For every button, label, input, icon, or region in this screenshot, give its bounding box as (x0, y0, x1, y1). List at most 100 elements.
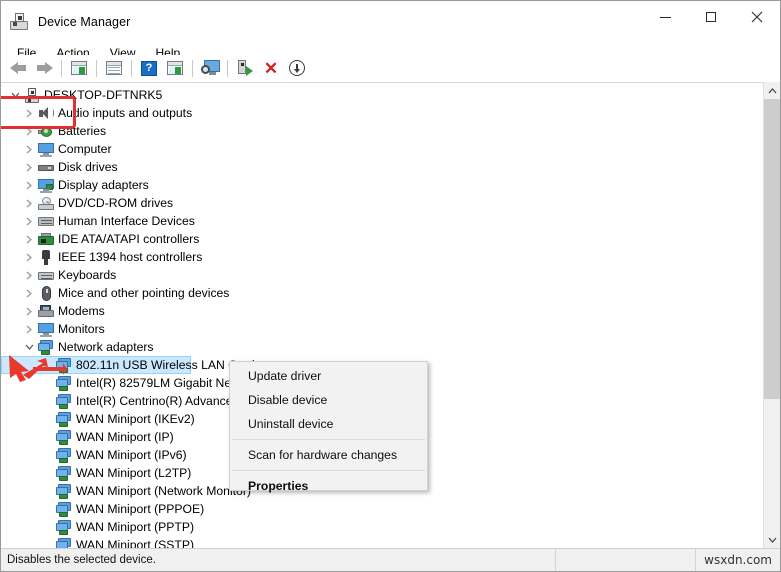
tree-chevron[interactable] (39, 518, 55, 536)
toolbar: ? ✕ (1, 55, 780, 81)
properties-window-icon (106, 61, 122, 75)
speaker-icon (37, 105, 55, 121)
tree-chevron[interactable] (39, 428, 55, 446)
tree-item[interactable]: WAN Miniport (PPTP) (1, 518, 756, 536)
update-driver-button[interactable] (233, 57, 257, 79)
network-adapter-icon (55, 393, 73, 409)
tree-item[interactable]: Batteries (1, 122, 756, 140)
tree-item-label: Computer (58, 142, 112, 156)
tree-chevron[interactable] (21, 194, 37, 212)
tree-item[interactable]: Mice and other pointing devices (1, 284, 756, 302)
forward-button[interactable] (32, 57, 56, 79)
context-menu-item[interactable]: Disable device (230, 388, 427, 412)
chevron-right-icon (26, 163, 32, 171)
tree-chevron[interactable] (21, 320, 37, 338)
tree-chevron[interactable] (21, 122, 37, 140)
context-menu-item[interactable]: Properties (230, 474, 427, 498)
disable-device-button[interactable] (285, 57, 309, 79)
context-menu-item[interactable]: Scan for hardware changes (230, 443, 427, 467)
tree-chevron[interactable] (39, 482, 55, 500)
show-hide-action-pane-button[interactable] (163, 57, 187, 79)
vertical-scrollbar[interactable] (763, 82, 780, 548)
tree-item-label: Display adapters (58, 178, 149, 192)
toolbar-separator (61, 59, 62, 77)
tree-item[interactable]: Computer (1, 140, 756, 158)
tree-chevron[interactable] (39, 500, 55, 518)
tree-item[interactable]: WAN Miniport (PPPOE) (1, 500, 756, 518)
tree-chevron[interactable] (21, 266, 37, 284)
chevron-right-icon (26, 253, 32, 261)
tree-chevron[interactable] (21, 158, 37, 176)
tree-item-label: Network adapters (58, 340, 154, 354)
keyboard-icon (37, 267, 55, 283)
tree-chevron[interactable] (39, 536, 55, 548)
title-bar: Device Manager (1, 1, 780, 43)
scroll-up-button[interactable] (764, 82, 780, 99)
scroll-down-button[interactable] (764, 531, 780, 548)
tree-item[interactable]: DESKTOP-DFTNRK5 (1, 86, 756, 104)
tree-item[interactable]: IDE ATA/ATAPI controllers (1, 230, 756, 248)
context-menu-item[interactable]: Update driver (230, 364, 427, 388)
tree-chevron[interactable] (21, 248, 37, 266)
scroll-up-icon (768, 87, 777, 93)
tree-chevron[interactable] (39, 464, 55, 482)
tree-item[interactable]: Display adapters (1, 176, 756, 194)
tree-chevron[interactable] (39, 410, 55, 428)
tree-item[interactable]: Audio inputs and outputs (1, 104, 756, 122)
plug-icon (37, 249, 55, 265)
tree-chevron[interactable] (21, 140, 37, 158)
scrollbar-thumb[interactable] (764, 99, 780, 399)
tree-item[interactable]: WAN Miniport (SSTP) (1, 536, 756, 548)
tree-chevron[interactable] (21, 230, 37, 248)
chevron-right-icon (26, 325, 32, 333)
annotation-arrow-pointer (33, 363, 67, 375)
chevron-right-icon (26, 181, 32, 189)
scroll-down-icon (768, 537, 777, 543)
tree-chevron[interactable] (21, 104, 37, 122)
tree-chevron[interactable] (21, 284, 37, 302)
tree-chevron[interactable] (21, 212, 37, 230)
computer-root-icon (23, 87, 41, 103)
status-bar: Disables the selected device. wsxdn.com (1, 548, 780, 571)
tree-item[interactable]: Keyboards (1, 266, 756, 284)
tree-item[interactable]: Disk drives (1, 158, 756, 176)
minimize-button[interactable] (642, 1, 688, 33)
disk-drive-icon (37, 159, 55, 175)
tree-item-label: WAN Miniport (PPPOE) (76, 502, 205, 516)
tree-item-label: WAN Miniport (IP) (76, 430, 174, 444)
tree-chevron[interactable] (39, 446, 55, 464)
tree-item[interactable]: DVD/CD-ROM drives (1, 194, 756, 212)
window-controls (642, 1, 780, 33)
status-middle (556, 548, 696, 571)
monitor-icon (37, 321, 55, 337)
context-menu-item[interactable]: Uninstall device (230, 412, 427, 436)
context-menu[interactable]: Update driver Disable device Uninstall dev… (229, 361, 428, 493)
disable-device-icon (289, 60, 305, 76)
close-button[interactable] (734, 1, 780, 33)
tree-item[interactable]: IEEE 1394 host controllers (1, 248, 756, 266)
help-button[interactable]: ? (137, 57, 161, 79)
help-icon: ? (141, 60, 157, 76)
maximize-button[interactable] (688, 1, 734, 33)
network-adapter-icon (55, 429, 73, 445)
tree-item[interactable]: Modems (1, 302, 756, 320)
show-hide-console-tree-button[interactable] (67, 57, 91, 79)
display-adapter-icon (37, 177, 55, 193)
properties-button[interactable] (102, 57, 126, 79)
update-driver-icon (237, 60, 253, 76)
uninstall-device-button[interactable]: ✕ (259, 57, 283, 79)
tree-item[interactable]: Monitors (1, 320, 756, 338)
tree-chevron[interactable] (39, 392, 55, 410)
tree-chevron[interactable] (7, 86, 23, 104)
modem-icon (37, 303, 55, 319)
tree-item-label: IDE ATA/ATAPI controllers (58, 232, 200, 246)
tree-chevron[interactable] (21, 176, 37, 194)
back-button[interactable] (6, 57, 30, 79)
scan-for-hardware-changes-button[interactable] (198, 57, 222, 79)
watermark: wsxdn.com (704, 553, 772, 567)
window-title: Device Manager (38, 15, 131, 29)
toolbar-separator (192, 59, 193, 77)
tree-chevron[interactable] (21, 302, 37, 320)
tree-item[interactable]: Human Interface Devices (1, 212, 756, 230)
tree-item[interactable]: Network adapters (1, 338, 756, 356)
